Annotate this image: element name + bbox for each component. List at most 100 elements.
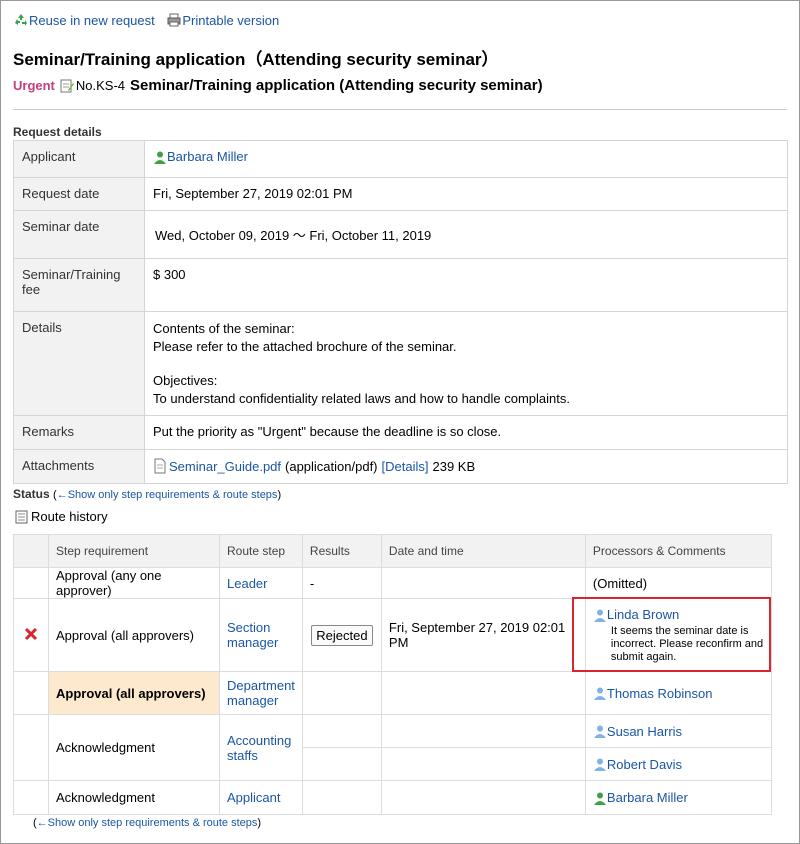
route-step-link[interactable]: Accounting staffs (227, 733, 291, 763)
reuse-link[interactable]: Reuse in new request (29, 13, 155, 28)
processor-link[interactable]: Susan Harris (607, 724, 682, 739)
print-button[interactable]: Printable version (166, 12, 279, 28)
details-line: Please refer to the attached brochure of… (153, 338, 457, 354)
details-line: To understand confidentiality related la… (153, 390, 570, 406)
rejected-badge[interactable]: Rejected (311, 624, 373, 646)
request-subtitle: Urgent No.KS-4 Seminar/Training applicat… (13, 77, 543, 94)
route-row: Acknowledgment Applicant Barbara Miller (13, 780, 773, 815)
fee-label: Seminar/Training fee (13, 258, 145, 312)
route-requirement: Approval (any one approver) (48, 567, 220, 599)
processor-link[interactable]: Barbara Miller (607, 790, 688, 805)
route-date (380, 714, 586, 748)
route-result (301, 780, 382, 815)
route-marker (13, 567, 49, 599)
route-requirement: Acknowledgment (48, 780, 220, 815)
attachment-details-link[interactable]: [Details] (382, 459, 429, 474)
route-header-step: Route step (219, 534, 303, 568)
applicant-label: Applicant (13, 140, 145, 178)
priority-badge: Urgent (13, 78, 55, 93)
route-marker (13, 598, 49, 672)
details-value: Contents of the seminar: Please refer to… (144, 311, 788, 416)
request-date-value: Fri, September 27, 2019 02:01 PM (144, 177, 788, 211)
route-result: - (301, 567, 382, 599)
request-date-label: Request date (13, 177, 145, 211)
route-date (380, 567, 586, 599)
user-icon (593, 758, 606, 771)
recycle-icon (15, 14, 27, 26)
remarks-label: Remarks (13, 415, 145, 450)
details-line: Contents of the seminar: (153, 321, 295, 336)
route-date (380, 671, 586, 715)
request-details-table: Applicant Barbara Miller Request date Fr… (13, 140, 788, 484)
reuse-button[interactable]: Reuse in new request (13, 12, 155, 28)
route-processor-cell: Thomas Robinson (584, 671, 773, 715)
document-edit-icon (60, 79, 74, 92)
details-line: Objectives: (153, 373, 218, 388)
route-result (301, 747, 382, 781)
route-requirement: Approval (all approvers) (48, 598, 220, 672)
printer-icon (167, 13, 181, 27)
route-step-link[interactable]: Leader (227, 576, 267, 591)
route-marker (13, 780, 49, 815)
seminar-date-value: Wed, October 09, 2019 〜 Fri, October 11,… (144, 210, 788, 259)
applicant-link[interactable]: Barbara Miller (167, 149, 248, 164)
route-result (301, 714, 382, 748)
print-link[interactable]: Printable version (182, 13, 279, 28)
route-header-marker (13, 534, 49, 568)
processor-link[interactable]: Robert Davis (607, 757, 682, 772)
footer-toggle-link[interactable]: ←Show only step requirements & route ste… (37, 817, 258, 829)
route-date (380, 747, 586, 781)
attachments-label: Attachments (13, 449, 145, 484)
route-processor-cell: Susan Harris (584, 714, 773, 748)
fee-value: $ 300 (144, 258, 788, 312)
applicant-value: Barbara Miller (144, 140, 788, 178)
footer-toggle: (←Show only step requirements & route st… (33, 817, 262, 829)
route-marker (13, 671, 49, 715)
attachment-link[interactable]: Seminar_Guide.pdf (169, 459, 281, 474)
route-date (380, 780, 586, 815)
attachments-value: Seminar_Guide.pdf (application/pdf) [Det… (144, 449, 788, 484)
route-header-date: Date and time (380, 534, 586, 568)
attachment-type: (application/pdf) (285, 458, 378, 474)
route-row: Acknowledgment Accounting staffs Susan H… (13, 714, 773, 781)
route-step-link[interactable]: Applicant (227, 790, 280, 805)
status-label: Status (13, 487, 50, 501)
route-processor-cell: Barbara Miller (584, 780, 773, 815)
user-icon (593, 687, 606, 700)
user-icon (593, 725, 606, 738)
list-icon (15, 510, 28, 523)
seminar-date-label: Seminar date (13, 210, 145, 259)
route-processor: (Omitted) (584, 567, 773, 599)
user-icon (593, 792, 606, 805)
route-marker (13, 714, 49, 781)
request-details-label: Request details (13, 125, 102, 139)
route-requirement: Acknowledgment (48, 714, 220, 781)
route-step-link[interactable]: Section manager (227, 620, 278, 650)
status-line: Status (←Show only step requirements & r… (13, 487, 282, 501)
route-requirement-current: Approval (all approvers) (48, 671, 220, 715)
remarks-value: Put the priority as "Urgent" because the… (144, 415, 788, 450)
route-date: Fri, September 27, 2019 02:01 PM (380, 598, 586, 672)
status-toggle-link[interactable]: ←Show only step requirements & route ste… (57, 489, 278, 501)
route-row: Approval (any one approver) Leader - (Om… (13, 567, 773, 599)
route-header-processors: Processors & Comments (584, 534, 773, 568)
route-row: Approval (all approvers) Department mana… (13, 671, 773, 715)
divider (13, 109, 787, 110)
processor-link[interactable]: Thomas Robinson (607, 686, 713, 701)
route-header-row: Step requirement Route step Results Date… (13, 534, 773, 568)
route-step-link[interactable]: Department manager (227, 678, 295, 708)
callout-highlight (572, 597, 771, 672)
details-label: Details (13, 311, 145, 416)
route-table: Step requirement Route step Results Date… (13, 534, 773, 815)
document-number: No.KS-4 (75, 78, 126, 93)
route-result (301, 671, 382, 715)
user-icon (154, 151, 166, 164)
attachment-size: 239 KB (432, 458, 476, 474)
route-header-results: Results (301, 534, 382, 568)
request-title: Seminar/Training application (Attending … (130, 77, 543, 94)
page-title: Seminar/Training application（Attending s… (13, 50, 499, 69)
route-header-requirement: Step requirement (48, 534, 220, 568)
route-processor-cell: Robert Davis (584, 747, 773, 781)
file-icon (154, 458, 166, 474)
route-history: Route history (15, 509, 108, 524)
